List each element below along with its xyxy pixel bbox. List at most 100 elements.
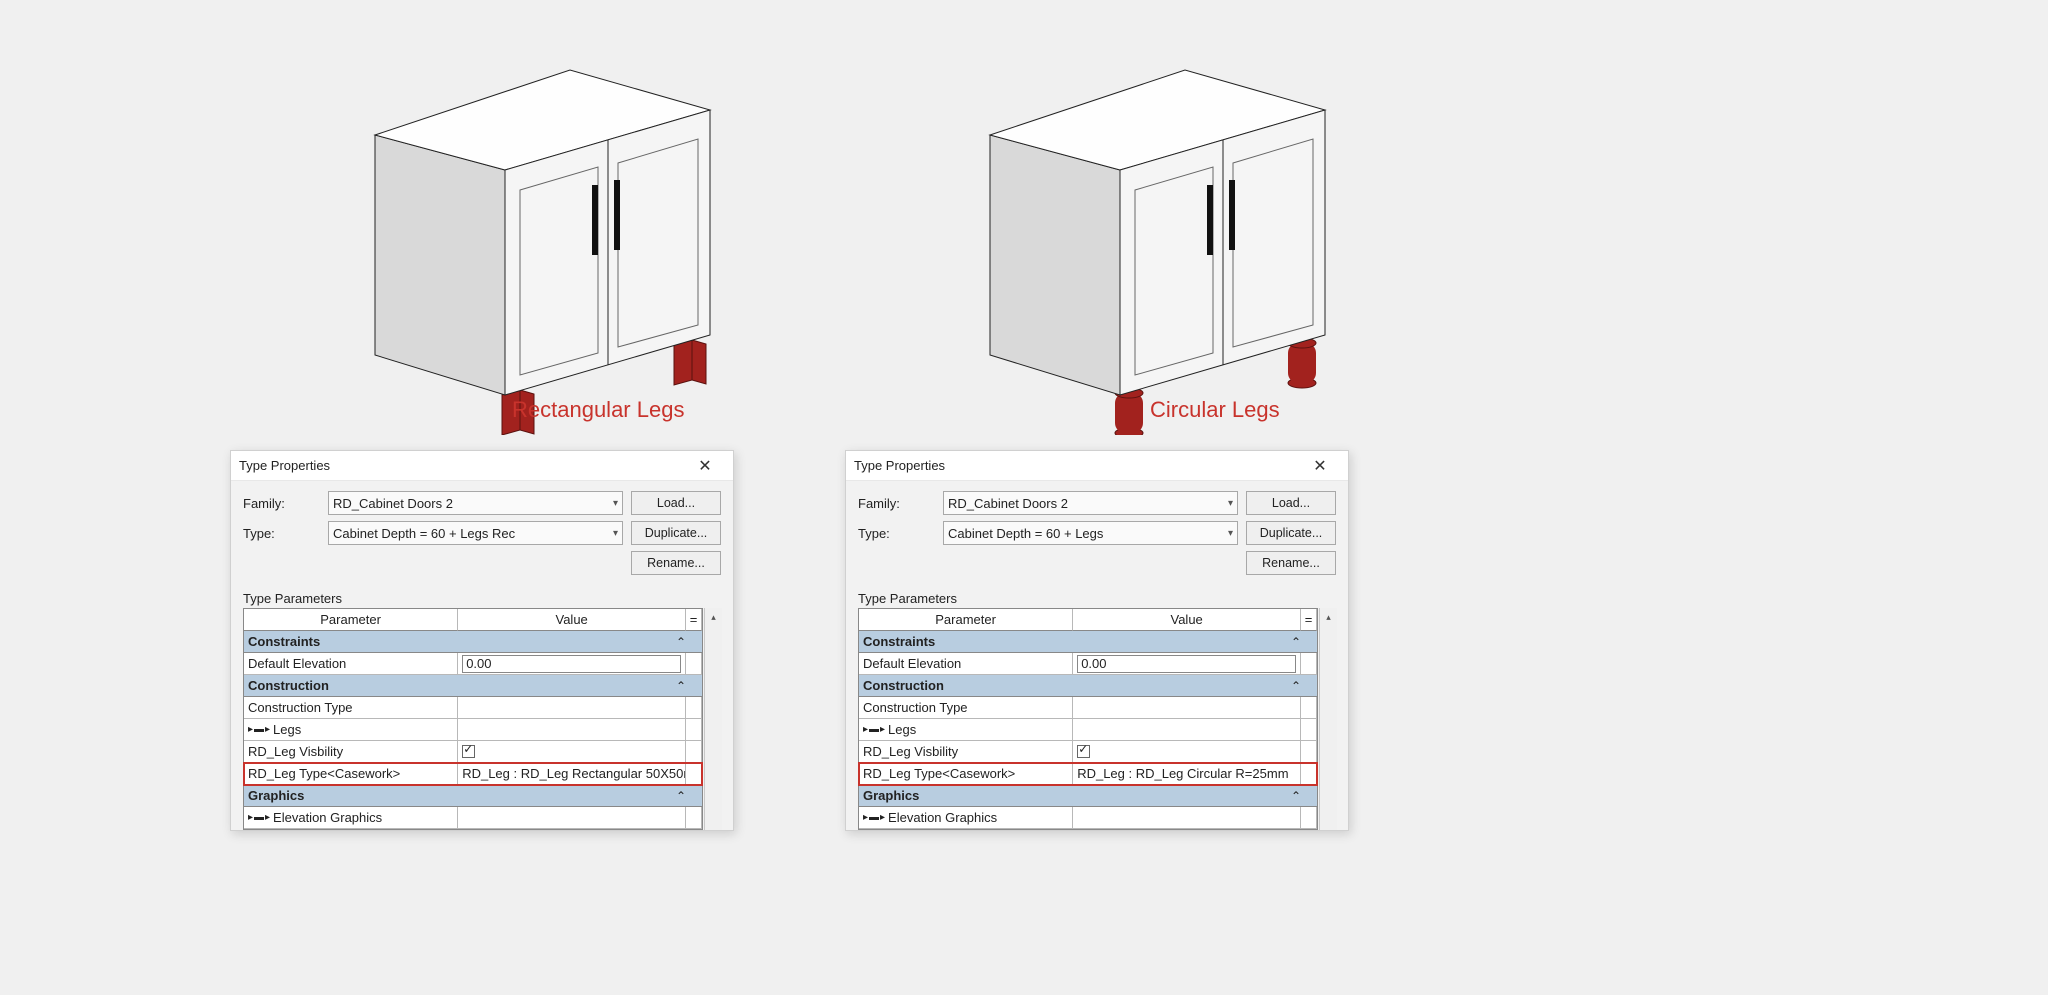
grid-category[interactable]: Construction⌃ [244, 675, 702, 697]
scroll-up-icon[interactable]: ▴ [705, 608, 722, 626]
grid-row[interactable]: ▸▬▸Elevation Graphics [244, 807, 702, 829]
type-combo[interactable]: Cabinet Depth = 60 + Legs Rec ▾ [328, 521, 623, 545]
expand-tri-icon[interactable]: ▸▬▸ [248, 812, 271, 823]
header-value: Value [458, 609, 686, 631]
grid-row[interactable]: ▸▬▸Legs [859, 719, 1317, 741]
param-cell: RD_Leg Visbility [244, 741, 458, 763]
collapse-icon[interactable]: ⌃ [676, 679, 686, 693]
value-cell[interactable] [458, 719, 686, 741]
param-cell: ▸▬▸Legs [859, 719, 1073, 741]
grid-row[interactable]: Default Elevation0.00 [244, 653, 702, 675]
equals-cell [686, 697, 702, 719]
value-cell[interactable] [1073, 807, 1301, 829]
value-cell[interactable] [1073, 741, 1301, 763]
grid-category[interactable]: Constraints⌃ [244, 631, 702, 653]
value-cell[interactable] [458, 741, 686, 763]
chevron-down-icon: ▾ [613, 498, 618, 509]
type-properties-dialog: Type Properties ✕ Family: RD_Cabinet Doo… [230, 450, 734, 831]
equals-cell [686, 719, 702, 741]
scroll-up-icon[interactable]: ▴ [1320, 608, 1337, 626]
param-cell: RD_Leg Visbility [859, 741, 1073, 763]
param-cell: RD_Leg Type<Casework> [859, 763, 1073, 785]
load-button[interactable]: Load... [1246, 491, 1336, 515]
grid-row[interactable]: RD_Leg Visbility [859, 741, 1317, 763]
value-input[interactable]: 0.00 [462, 655, 681, 673]
grid-category[interactable]: Construction⌃ [859, 675, 1317, 697]
type-combo-value: Cabinet Depth = 60 + Legs Rec [333, 526, 515, 541]
header-equals: = [686, 609, 702, 631]
rename-button[interactable]: Rename... [1246, 551, 1336, 575]
equals-cell [1301, 697, 1317, 719]
type-combo[interactable]: Cabinet Depth = 60 + Legs ▾ [943, 521, 1238, 545]
grid-row[interactable]: Construction Type [859, 697, 1317, 719]
dialog-titlebar: Type Properties ✕ [231, 451, 733, 481]
type-params-label: Type Parameters [243, 591, 721, 606]
collapse-icon[interactable]: ⌃ [676, 635, 686, 649]
collapse-icon[interactable]: ⌃ [676, 789, 686, 803]
grid-row[interactable]: ▸▬▸Legs [244, 719, 702, 741]
type-properties-dialog: Type Properties ✕ Family: RD_Cabinet Doo… [845, 450, 1349, 831]
type-label: Type: [243, 526, 328, 541]
type-combo-value: Cabinet Depth = 60 + Legs [948, 526, 1103, 541]
family-combo[interactable]: RD_Cabinet Doors 2 ▾ [328, 491, 623, 515]
collapse-icon[interactable]: ⌃ [1291, 789, 1301, 803]
header-parameter: Parameter [244, 609, 458, 631]
dialog-title-text: Type Properties [239, 458, 685, 473]
equals-cell [1301, 741, 1317, 763]
equals-cell [686, 653, 702, 675]
equals-cell [686, 741, 702, 763]
param-cell: Construction Type [859, 697, 1073, 719]
type-params-grid[interactable]: Parameter Value = Constraints⌃Default El… [858, 608, 1318, 830]
grid-category[interactable]: Graphics⌃ [244, 785, 702, 807]
param-cell: Default Elevation [859, 653, 1073, 675]
expand-tri-icon[interactable]: ▸▬▸ [863, 812, 886, 823]
rename-button[interactable]: Rename... [631, 551, 721, 575]
equals-cell [1301, 653, 1317, 675]
value-cell[interactable] [458, 807, 686, 829]
grid-row[interactable]: Default Elevation0.00 [859, 653, 1317, 675]
param-cell: RD_Leg Type<Casework> [244, 763, 458, 785]
grid-category[interactable]: Graphics⌃ [859, 785, 1317, 807]
grid-row[interactable]: ▸▬▸Elevation Graphics [859, 807, 1317, 829]
header-value: Value [1073, 609, 1301, 631]
value-input[interactable]: 0.00 [1077, 655, 1296, 673]
family-combo[interactable]: RD_Cabinet Doors 2 ▾ [943, 491, 1238, 515]
header-equals: = [1301, 609, 1317, 631]
grid-row[interactable]: RD_Leg Type<Casework>RD_Leg : RD_Leg Cir… [859, 763, 1317, 785]
grid-header: Parameter Value = [244, 609, 702, 631]
family-combo-value: RD_Cabinet Doors 2 [333, 496, 453, 511]
dialog-title-text: Type Properties [854, 458, 1300, 473]
value-cell[interactable] [458, 697, 686, 719]
cabinet-caption: Circular Legs [1150, 397, 1280, 423]
type-params-label: Type Parameters [858, 591, 1336, 606]
equals-cell [686, 807, 702, 829]
load-button[interactable]: Load... [631, 491, 721, 515]
expand-tri-icon[interactable]: ▸▬▸ [863, 724, 886, 735]
duplicate-button[interactable]: Duplicate... [1246, 521, 1336, 545]
expand-tri-icon[interactable]: ▸▬▸ [248, 724, 271, 735]
value-cell[interactable]: 0.00 [1073, 653, 1301, 675]
type-params-grid[interactable]: Parameter Value = Constraints⌃Default El… [243, 608, 703, 830]
value-cell[interactable]: RD_Leg : RD_Leg Circular R=25mm [1073, 763, 1301, 785]
scrollbar[interactable]: ▴ [1319, 608, 1337, 830]
close-icon[interactable]: ✕ [1300, 456, 1340, 476]
collapse-icon[interactable]: ⌃ [1291, 635, 1301, 649]
grid-row[interactable]: Construction Type [244, 697, 702, 719]
value-cell[interactable]: 0.00 [458, 653, 686, 675]
equals-cell [686, 763, 702, 785]
value-cell[interactable] [1073, 697, 1301, 719]
equals-cell [1301, 807, 1317, 829]
value-cell[interactable]: RD_Leg : RD_Leg Rectangular 50X50mm [458, 763, 686, 785]
collapse-icon[interactable]: ⌃ [1291, 679, 1301, 693]
chevron-down-icon: ▾ [1228, 498, 1233, 509]
grid-category[interactable]: Constraints⌃ [859, 631, 1317, 653]
grid-row[interactable]: RD_Leg Type<Casework>RD_Leg : RD_Leg Rec… [244, 763, 702, 785]
checkbox[interactable] [1077, 745, 1090, 758]
close-icon[interactable]: ✕ [685, 456, 725, 476]
family-combo-value: RD_Cabinet Doors 2 [948, 496, 1068, 511]
checkbox[interactable] [462, 745, 475, 758]
grid-row[interactable]: RD_Leg Visbility [244, 741, 702, 763]
scrollbar[interactable]: ▴ [704, 608, 722, 830]
duplicate-button[interactable]: Duplicate... [631, 521, 721, 545]
value-cell[interactable] [1073, 719, 1301, 741]
